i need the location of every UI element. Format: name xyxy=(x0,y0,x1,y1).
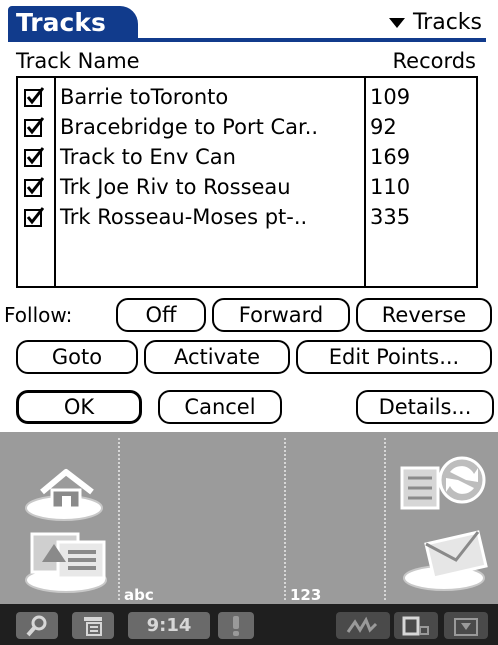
column-header-track-name: Track Name xyxy=(16,49,140,73)
table-row[interactable]: Track to Env Can 169 xyxy=(18,142,476,172)
track-name[interactable]: Barrie toToronto xyxy=(60,82,228,112)
cancel-button[interactable]: Cancel xyxy=(158,390,282,424)
triangle-down-icon xyxy=(388,18,405,28)
table-row[interactable]: Barrie toToronto 109 xyxy=(18,82,476,112)
find-button[interactable] xyxy=(16,612,58,639)
ok-button[interactable]: OK xyxy=(16,390,142,424)
checkbox-checked-icon[interactable] xyxy=(24,207,44,227)
activate-button[interactable]: Activate xyxy=(144,340,290,374)
mail-icon[interactable] xyxy=(398,520,492,596)
column-header-records: Records xyxy=(392,49,477,73)
graffiti-divider xyxy=(384,438,386,600)
input-toggle-button[interactable] xyxy=(444,612,488,639)
track-records: 92 xyxy=(370,115,397,139)
app-title: Tracks xyxy=(8,6,138,40)
table-row[interactable]: Trk Joe Riv to Rosseau 110 xyxy=(18,172,476,202)
graffiti-toggle-button[interactable] xyxy=(336,612,390,639)
clock-button[interactable]: 9:14 xyxy=(128,612,210,639)
alert-icon xyxy=(233,615,239,636)
title-bar: Tracks Tracks xyxy=(0,0,498,42)
graffiti-divider xyxy=(118,438,120,600)
goto-button[interactable]: Goto xyxy=(16,340,138,374)
graffiti-123-label: 123 xyxy=(290,586,322,604)
checkbox-checked-icon[interactable] xyxy=(24,147,44,167)
category-label: Tracks xyxy=(412,10,482,35)
track-name[interactable]: Track to Env Can xyxy=(60,142,236,172)
follow-reverse-button[interactable]: Reverse xyxy=(356,298,492,332)
status-bar: 9:14 xyxy=(0,604,498,645)
title-rule xyxy=(8,38,486,42)
table-header: Track Name Records xyxy=(16,48,482,74)
details-button[interactable]: Details... xyxy=(356,390,494,424)
find-icon xyxy=(26,615,47,636)
status-time: 9:14 xyxy=(146,615,192,636)
screen-rotate-icon xyxy=(402,616,429,635)
alert-button[interactable] xyxy=(218,612,254,639)
follow-off-button[interactable]: Off xyxy=(116,298,206,332)
menu-button[interactable] xyxy=(72,612,114,639)
follow-forward-button[interactable]: Forward xyxy=(212,298,350,332)
checkbox-checked-icon[interactable] xyxy=(24,117,44,137)
table-row[interactable]: Trk Rosseau-Moses pt-.. 335 xyxy=(18,202,476,232)
home-icon[interactable] xyxy=(20,452,114,524)
checkbox-checked-icon[interactable] xyxy=(24,177,44,197)
graffiti-area[interactable]: abc 123 xyxy=(0,432,498,604)
applications-icon[interactable] xyxy=(20,520,114,596)
edit-points-button[interactable]: Edit Points... xyxy=(296,340,492,374)
tracks-app: Tracks Tracks Track Name Records Barrie … xyxy=(0,0,498,432)
track-table[interactable]: Barrie toToronto 109 Bracebridge to Port… xyxy=(16,76,478,288)
track-records: 109 xyxy=(370,85,411,109)
graffiti-abc-label: abc xyxy=(124,586,154,604)
track-records: 169 xyxy=(370,145,411,169)
input-toggle-icon xyxy=(454,617,478,636)
graffiti-divider xyxy=(284,438,286,600)
track-name[interactable]: Trk Rosseau-Moses pt-.. xyxy=(60,202,307,232)
track-name[interactable]: Bracebridge to Port Car.. xyxy=(60,112,318,142)
graffiti-icon xyxy=(346,616,378,633)
screen-rotate-button[interactable] xyxy=(394,612,438,639)
sync-icon[interactable] xyxy=(398,450,492,522)
menu-icon xyxy=(84,616,102,636)
category-picker[interactable]: Tracks xyxy=(388,8,482,38)
track-records: 110 xyxy=(370,175,411,199)
follow-label: Follow: xyxy=(4,303,73,327)
table-row[interactable]: Bracebridge to Port Car.. 92 xyxy=(18,112,476,142)
track-records: 335 xyxy=(370,205,411,229)
checkbox-checked-icon[interactable] xyxy=(24,87,44,107)
track-name[interactable]: Trk Joe Riv to Rosseau xyxy=(60,172,291,202)
